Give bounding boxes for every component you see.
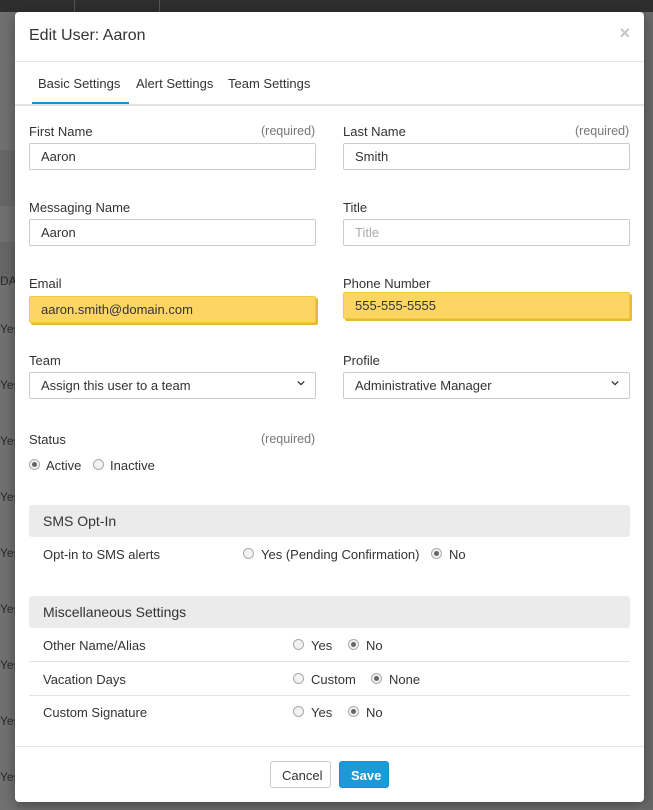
status-active-label: Active xyxy=(46,458,82,473)
background-tab xyxy=(75,0,160,12)
status-label: Status xyxy=(29,432,66,447)
signature-yes-label: Yes xyxy=(311,705,333,720)
chevron-down-icon xyxy=(297,380,305,386)
other-name-no-radio[interactable] xyxy=(348,639,359,650)
active-tab-indicator xyxy=(32,102,129,104)
profile-select[interactable]: Administrative Manager xyxy=(343,372,630,399)
other-name-yes-label: Yes xyxy=(311,638,333,653)
status-required: (required) xyxy=(261,432,316,446)
sms-yes-radio[interactable] xyxy=(243,548,254,559)
background-cell: Yes xyxy=(0,490,16,504)
sms-opt-in-label: Opt-in to SMS alerts xyxy=(43,547,161,562)
other-name-yes-radio[interactable] xyxy=(293,639,304,650)
tab-bar: Basic Settings Alert Settings Team Setti… xyxy=(15,62,644,106)
row-divider xyxy=(29,695,630,696)
background-column-header: DA xyxy=(0,274,16,288)
sms-opt-in-heading: SMS Opt-In xyxy=(29,505,630,537)
vacation-custom-label: Custom xyxy=(311,672,356,687)
background-cell: Yes xyxy=(0,322,16,336)
vacation-days-label: Vacation Days xyxy=(43,672,126,687)
cancel-button[interactable]: Cancel xyxy=(270,761,331,788)
background-tab xyxy=(0,0,75,12)
sms-yes-label: Yes (Pending Confirmation) xyxy=(261,547,420,562)
status-inactive-radio[interactable] xyxy=(93,459,104,470)
background-cell: Yes xyxy=(0,434,16,448)
tab-basic-settings[interactable]: Basic Settings xyxy=(38,76,120,91)
last-name-label: Last Name xyxy=(343,124,406,139)
team-select-value: Assign this user to a team xyxy=(41,378,191,393)
background-table-column: DA Yes Yes Yes Yes Yes Yes Yes Yes Yes xyxy=(0,12,16,810)
close-icon[interactable]: × xyxy=(619,23,630,44)
profile-select-value: Administrative Manager xyxy=(355,378,492,393)
signature-no-label: No xyxy=(366,705,383,720)
background-cell: Yes xyxy=(0,602,16,616)
phone-number-label: Phone Number xyxy=(343,276,431,291)
status-active-radio[interactable] xyxy=(29,459,40,470)
background-row-band xyxy=(0,150,16,206)
chevron-down-icon xyxy=(611,380,619,386)
messaging-name-label: Messaging Name xyxy=(29,200,131,215)
vacation-none-label: None xyxy=(389,672,421,687)
last-name-input[interactable]: Smith xyxy=(343,143,630,170)
save-button[interactable]: Save xyxy=(339,761,389,788)
background-cell: Yes xyxy=(0,546,16,560)
modal-header: Edit User: Aaron × xyxy=(15,12,644,62)
edit-user-modal: Edit User: Aaron × Basic Settings Alert … xyxy=(15,12,644,802)
miscellaneous-settings-heading: Miscellaneous Settings xyxy=(29,596,630,628)
other-name-no-label: No xyxy=(366,638,383,653)
team-select[interactable]: Assign this user to a team xyxy=(29,372,316,399)
background-cell: Yes xyxy=(0,714,16,728)
email-label: Email xyxy=(29,276,62,291)
tab-team-settings[interactable]: Team Settings xyxy=(228,76,310,91)
messaging-name-input[interactable]: Aaron xyxy=(29,219,316,246)
title-input[interactable]: Title xyxy=(343,219,630,246)
background-cell: Yes xyxy=(0,378,16,392)
vacation-none-radio[interactable] xyxy=(371,673,382,684)
email-input[interactable]: aaron.smith@domain.com xyxy=(29,296,316,323)
modal-title: Edit User: Aaron xyxy=(29,27,146,44)
modal-footer: Cancel Save xyxy=(15,746,644,802)
phone-number-input[interactable]: 555-555-5555 xyxy=(343,292,630,319)
team-label: Team xyxy=(29,353,61,368)
sms-no-radio[interactable] xyxy=(431,548,442,559)
title-label: Title xyxy=(343,200,368,215)
background-right-edge xyxy=(644,12,653,810)
background-top-bar xyxy=(0,0,653,12)
custom-signature-label: Custom Signature xyxy=(43,705,148,720)
vacation-custom-radio[interactable] xyxy=(293,673,304,684)
first-name-label: First Name xyxy=(29,124,93,139)
tab-alert-settings[interactable]: Alert Settings xyxy=(136,76,213,91)
signature-yes-radio[interactable] xyxy=(293,706,304,717)
background-cell: Yes xyxy=(0,770,16,784)
first-name-input[interactable]: Aaron xyxy=(29,143,316,170)
background-cell: Yes xyxy=(0,658,16,672)
profile-label: Profile xyxy=(343,353,380,368)
signature-no-radio[interactable] xyxy=(348,706,359,717)
status-inactive-label: Inactive xyxy=(110,458,155,473)
other-name-alias-label: Other Name/Alias xyxy=(43,638,146,653)
first-name-required: (required) xyxy=(261,124,316,138)
row-divider xyxy=(29,661,630,662)
last-name-required: (required) xyxy=(575,124,630,138)
sms-no-label: No xyxy=(449,547,466,562)
